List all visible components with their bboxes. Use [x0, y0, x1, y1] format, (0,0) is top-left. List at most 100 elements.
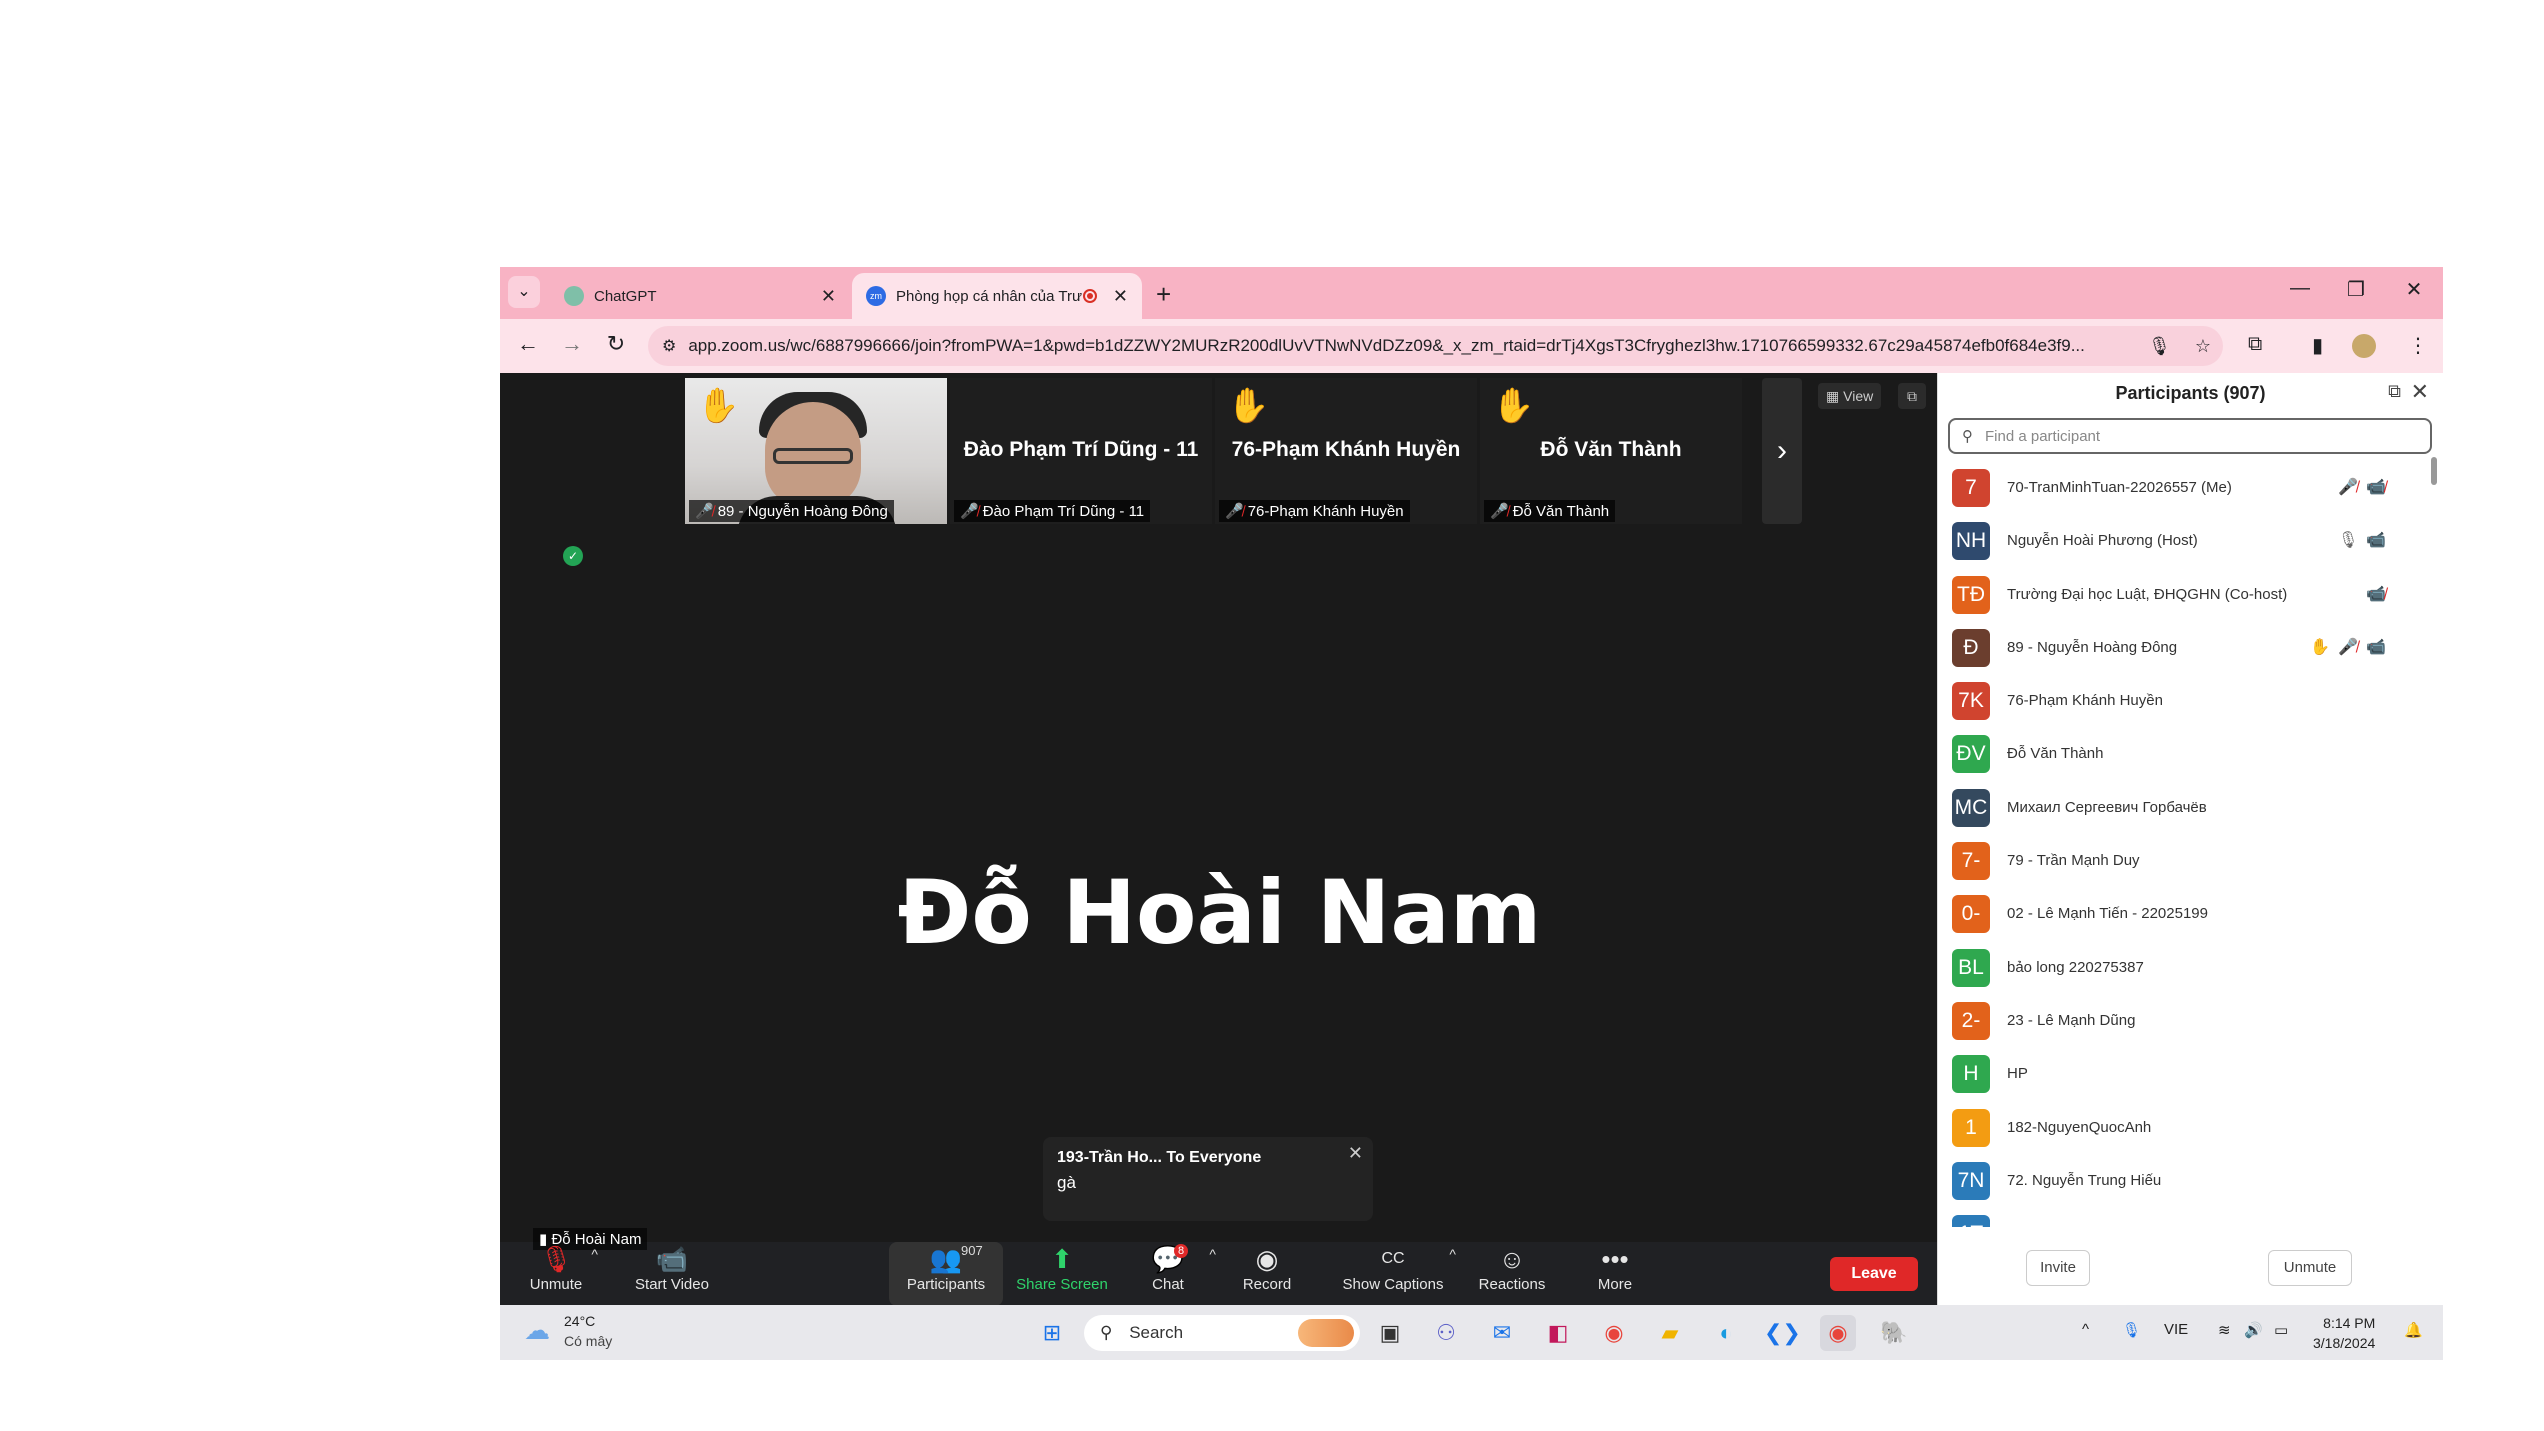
participant-row[interactable]: MC Михаил Сергеевич Горбачёв [1938, 781, 2434, 834]
participant-row[interactable]: 1T 100-Phan Tô Đan Lê [1938, 1207, 2434, 1227]
participant-avatar: BL [1952, 948, 1990, 987]
teams-icon[interactable]: ⚇ [1428, 1315, 1464, 1351]
recording-icon [1082, 289, 1097, 303]
participant-row[interactable]: H HP [1938, 1047, 2434, 1100]
raised-hand-icon: ✋ [1227, 387, 1270, 425]
reload-icon[interactable]: ↻ [600, 331, 632, 357]
minimize-icon[interactable]: — [2280, 277, 2320, 300]
new-tab-plus-icon[interactable]: + [1156, 279, 1171, 310]
back-arrow-icon[interactable]: ← [512, 331, 544, 357]
participant-row[interactable]: 7 70-TranMinhTuan-22026557 (Me) 🎤̸ 📹̸ [1938, 461, 2434, 514]
bookmark-star-icon[interactable]: ☆ [2195, 336, 2211, 357]
strip-next-chevron-icon[interactable]: › [1762, 378, 1802, 524]
participant-name: HP [2007, 1065, 2028, 1083]
more-label: More [1597, 1276, 1633, 1293]
tray-chevron-up-icon[interactable]: ^ [2082, 1321, 2089, 1338]
tray-microphone-icon[interactable]: 🎙 [2122, 1321, 2141, 1339]
invite-button[interactable]: Invite [2026, 1250, 2090, 1286]
unmute-all-button[interactable]: Unmute [2268, 1250, 2352, 1286]
participant-row[interactable]: 7K 76-Phạm Khánh Huyền [1938, 674, 2434, 727]
tab-zoom[interactable]: zm Phòng họp cá nhân của Trư ✕ [852, 273, 1142, 319]
language-indicator[interactable]: VIE [2164, 1321, 2188, 1338]
chat-button[interactable]: 💬 8 Chat ^ [1138, 1242, 1216, 1306]
microphone-icon[interactable]: 🎙 [2148, 336, 2171, 357]
vscode-icon[interactable]: ❮❯ [1764, 1315, 1801, 1351]
file-explorer-icon[interactable]: ▰ [1652, 1315, 1688, 1351]
notification-bell-icon[interactable]: 🔔 [2404, 1321, 2423, 1339]
close-tab-icon[interactable]: ✕ [821, 286, 836, 307]
unmute-button[interactable]: 🎙 Unmute ^ [520, 1242, 598, 1306]
edge-icon[interactable]: ◐ [1708, 1315, 1744, 1351]
close-icon[interactable]: ✕ [2411, 379, 2429, 405]
participant-tile[interactable]: ✋ Đỗ Văn Thành 🎤̸ Đỗ Văn Thành [1480, 378, 1742, 524]
site-settings-icon[interactable]: ⚙ [662, 336, 676, 356]
close-icon[interactable]: ✕ [1348, 1143, 1363, 1164]
forward-arrow-icon[interactable]: → [556, 331, 588, 357]
close-tab-icon[interactable]: ✕ [1113, 286, 1128, 307]
start-video-button[interactable]: 📹 Start Video [626, 1242, 718, 1306]
encryption-shield-icon[interactable]: ✓ [563, 546, 583, 566]
url-text[interactable]: app.zoom.us/wc/6887996666/join?fromPWA=1… [688, 336, 2136, 356]
participant-tile[interactable]: Đào Phạm Trí Dũng - 11 🎤̸ Đào Phạm Trí Dũ… [950, 378, 1212, 524]
caret-up-icon[interactable]: ^ [591, 1246, 598, 1262]
record-button[interactable]: ◉ Record [1232, 1242, 1302, 1306]
address-bar[interactable]: ⚙ app.zoom.us/wc/6887996666/join?fromPWA… [648, 326, 2223, 366]
participant-search-input[interactable]: ⚲ Find a participant [1948, 418, 2432, 454]
view-button[interactable]: ▦ View [1818, 383, 1882, 409]
participant-tile[interactable]: ✋ 🎤̸ 89 - Nguyễn Hoàng Đông [685, 378, 947, 524]
raised-hand-icon: ✋ [1492, 387, 1535, 425]
caret-up-icon[interactable]: ^ [1449, 1246, 1456, 1262]
more-button[interactable]: ••• More [1585, 1242, 1645, 1306]
participant-avatar: 7 [1952, 469, 1990, 507]
task-view-icon[interactable]: ▣ [1372, 1315, 1408, 1351]
chrome-active-icon[interactable]: ◉ [1820, 1315, 1856, 1351]
side-panel-icon[interactable]: ▮ [2312, 333, 2323, 358]
wifi-icon[interactable]: ≋ [2218, 1321, 2231, 1339]
close-window-icon[interactable]: ✕ [2394, 277, 2434, 302]
chat-notification[interactable]: 193-Trần Ho... To Everyone gà ✕ [1043, 1137, 1373, 1221]
battery-icon[interactable]: ▭ [2274, 1321, 2288, 1339]
zoom-favicon-icon: zm [866, 286, 886, 306]
share-screen-button[interactable]: ⬆ Share Screen [1012, 1242, 1112, 1306]
menu-kebab-icon[interactable]: ⋮ [2408, 333, 2428, 358]
reactions-button[interactable]: ☺ Reactions [1472, 1242, 1552, 1306]
participant-name: Nguyễn Hoài Phương (Host) [2007, 532, 2198, 550]
clock[interactable]: 8:14 PM 3/18/2024 [2313, 1313, 2375, 1353]
participant-name: bảo long 220275387 [2007, 958, 2144, 976]
participant-row[interactable]: 2- 23 - Lê Mạnh Dũng [1938, 994, 2434, 1047]
participant-row[interactable]: NH Nguyễn Hoài Phương (Host) 🎙 📹 [1938, 514, 2434, 567]
screen: ⌄ ChatGPT ✕ zm Phòng họp cá nhân của Trư… [500, 267, 2443, 1360]
participant-tile[interactable]: ✋ 76-Phạm Khánh Huyền 🎤̸ 76-Phạm Khánh Hu… [1215, 378, 1477, 524]
video-off-icon: 📹̸ [2366, 585, 2386, 603]
picture-in-picture-icon[interactable]: ⧉ [1898, 383, 1926, 409]
share-screen-label: Share Screen [1016, 1276, 1108, 1293]
tile-name-label: 🎤̸ Đào Phạm Trí Dũng - 11 [954, 500, 1151, 522]
chrome-icon[interactable]: ◉ [1596, 1315, 1632, 1351]
taskbar-search[interactable]: ⚲ Search [1084, 1315, 1360, 1351]
popout-icon[interactable]: ⧉ [2388, 381, 2401, 402]
restore-icon[interactable]: ❐ [2336, 277, 2376, 302]
profile-avatar[interactable] [2352, 334, 2376, 358]
volume-icon[interactable]: 🔊 [2244, 1321, 2263, 1339]
code-editor-icon[interactable]: ◧ [1540, 1315, 1576, 1351]
participant-row[interactable]: 7N 72. Nguyễn Trung Hiếu [1938, 1154, 2434, 1207]
leave-button[interactable]: Leave [1830, 1257, 1918, 1291]
caret-up-icon[interactable]: ^ [1209, 1246, 1216, 1262]
participant-row[interactable]: ĐV Đỗ Văn Thành [1938, 727, 2434, 780]
participant-row[interactable]: Đ 89 - Nguyễn Hoàng Đông ✋ 🎤̸ 📹 [1938, 621, 2434, 674]
mail-icon[interactable]: ✉ [1484, 1315, 1520, 1351]
start-windows-icon[interactable]: ⊞ [1034, 1315, 1070, 1351]
participant-row[interactable]: 0- 02 - Lê Mạnh Tiến - 22025199 [1938, 887, 2434, 940]
participants-button[interactable]: 👥 907 Participants [889, 1242, 1003, 1306]
participant-row[interactable]: 7- 79 - Trần Mạnh Duy [1938, 834, 2434, 887]
participant-row[interactable]: BL bảo long 220275387 [1938, 941, 2434, 994]
participant-row[interactable]: TĐ Trường Đại học Luật, ĐHQGHN (Co-host) 📹… [1938, 568, 2434, 621]
chat-message: gà [1057, 1173, 1076, 1192]
tab-chatgpt[interactable]: ChatGPT ✕ [550, 273, 850, 319]
tab-search-chevron-icon[interactable]: ⌄ [508, 276, 540, 308]
postgres-icon[interactable]: 🐘 [1876, 1315, 1912, 1351]
participant-row[interactable]: 1 182-NguyenQuocAnh [1938, 1101, 2434, 1154]
participants-panel: Participants (907) ⧉ ✕ ⚲ Find a particip… [1937, 373, 2443, 1305]
show-captions-button[interactable]: CC Show Captions ^ [1338, 1242, 1456, 1306]
extensions-puzzle-icon[interactable]: ⧉ [2248, 333, 2262, 356]
